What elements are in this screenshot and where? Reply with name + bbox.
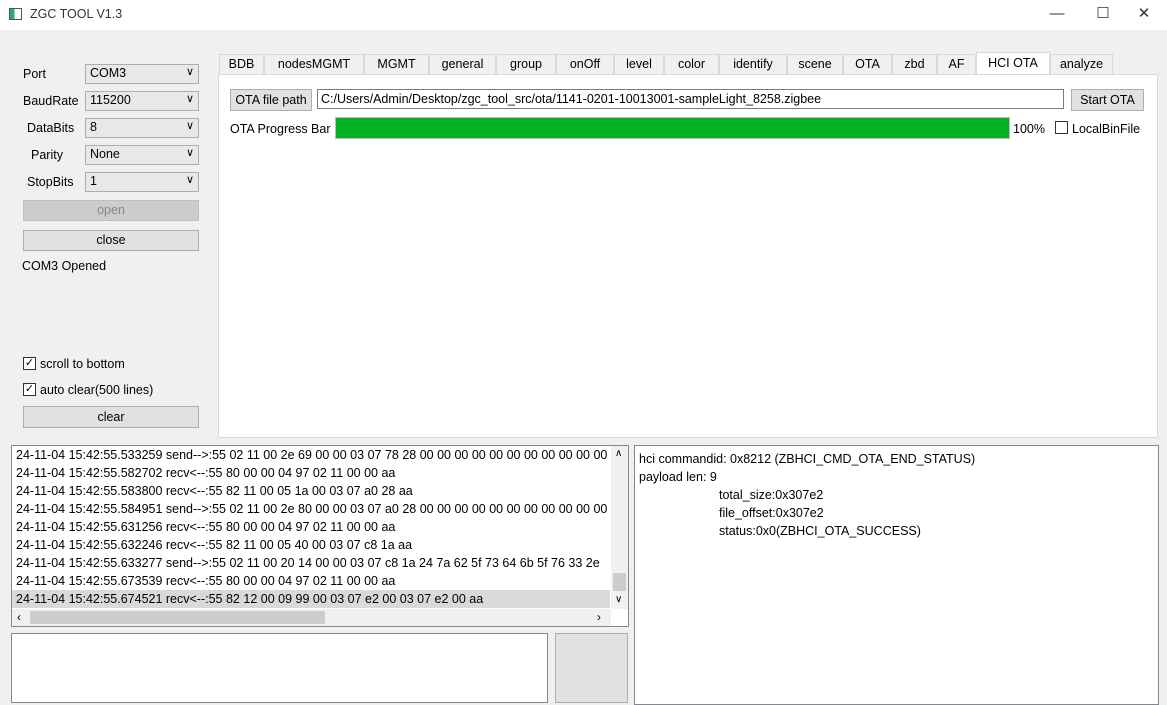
analyze-total-size: total_size:0x307e2	[719, 488, 824, 502]
log-line[interactable]: 24-11-04 15:42:55.584951 send-->:55 02 1…	[12, 500, 610, 518]
tab-hci-ota[interactable]: HCI OTA	[976, 52, 1050, 74]
chevron-down-icon: ∨	[185, 147, 194, 159]
auto-clear-checkbox[interactable]: ✓	[23, 383, 36, 396]
baudrate-label: BaudRate	[23, 94, 79, 108]
close-window-button[interactable]: ✕	[1121, 0, 1167, 30]
databits-label: DataBits	[27, 121, 75, 135]
tab-level[interactable]: level	[614, 54, 664, 74]
analyze-output: hci commandid: 0x8212 (ZBHCI_CMD_OTA_END…	[634, 445, 1159, 705]
title-bar: ZGC TOOL V1.3 — ☐ ✕	[0, 0, 1167, 30]
chevron-down-icon: ∨	[185, 120, 194, 132]
tab-onoff[interactable]: onOff	[556, 54, 614, 74]
log-list[interactable]: 24-11-04 15:42:55.533259 send-->:55 02 1…	[11, 445, 629, 627]
tab-zbd[interactable]: zbd	[892, 54, 937, 74]
port-label: Port	[23, 67, 46, 81]
scroll-right-icon[interactable]: ›	[597, 610, 601, 624]
baudrate-value: 115200	[90, 93, 131, 107]
stopbits-label: StopBits	[27, 175, 74, 189]
connection-status: COM3 Opened	[22, 259, 107, 273]
auto-clear-label: auto clear(500 lines)	[40, 383, 154, 397]
maximize-button[interactable]: ☐	[1080, 0, 1126, 30]
databits-value: 8	[90, 120, 97, 134]
tab-identify[interactable]: identify	[719, 54, 787, 74]
stopbits-select[interactable]: 1 ∨	[85, 172, 199, 192]
analyze-file-offset: file_offset:0x307e2	[719, 506, 824, 520]
parity-select[interactable]: None ∨	[85, 145, 199, 165]
tab-ota[interactable]: OTA	[843, 54, 892, 74]
local-bin-file-label: LocalBinFile	[1072, 122, 1141, 136]
chevron-down-icon: ∨	[185, 174, 194, 186]
tab-general[interactable]: general	[429, 54, 496, 74]
scroll-up-icon[interactable]: ∧	[615, 448, 622, 459]
scroll-to-bottom-label: scroll to bottom	[40, 357, 125, 371]
app-icon	[9, 8, 22, 20]
start-ota-button[interactable]: Start OTA	[1071, 89, 1144, 111]
ota-progress-bar	[335, 117, 1010, 139]
log-line[interactable]: 24-11-04 15:42:55.674521 recv<--:55 82 1…	[12, 590, 610, 608]
baudrate-select[interactable]: 115200 ∨	[85, 91, 199, 111]
ota-file-path-button[interactable]: OTA file path	[230, 89, 312, 111]
send-input[interactable]	[11, 633, 548, 703]
ota-progress-fill	[336, 118, 1009, 138]
chevron-down-icon: ∨	[185, 66, 194, 78]
tab-color[interactable]: color	[664, 54, 719, 74]
ota-progress-label: OTA Progress Bar	[230, 122, 331, 136]
log-line[interactable]: 24-11-04 15:42:55.631256 recv<--:55 80 0…	[12, 518, 610, 536]
window-title: ZGC TOOL V1.3	[30, 7, 123, 21]
scroll-to-bottom-checkbox[interactable]: ✓	[23, 357, 36, 370]
scrollbar-thumb[interactable]	[613, 573, 626, 591]
open-button[interactable]: open	[23, 200, 199, 221]
clear-button[interactable]: clear	[23, 406, 199, 428]
hscrollbar-thumb[interactable]	[30, 611, 325, 624]
parity-value: None	[90, 147, 120, 161]
tab-analyze[interactable]: analyze	[1050, 54, 1113, 74]
scroll-down-icon[interactable]: ∨	[615, 594, 622, 605]
port-select[interactable]: COM3 ∨	[85, 64, 199, 84]
tab-bar: BDB nodesMGMT MGMT general group onOff l…	[219, 52, 1113, 74]
tab-nodesmgmt[interactable]: nodesMGMT	[264, 54, 364, 74]
horizontal-scrollbar[interactable]: ‹ ›	[12, 609, 611, 626]
analyze-payload-line: payload len: 9	[639, 470, 717, 484]
parity-label: Parity	[31, 148, 63, 162]
scroll-left-icon[interactable]: ‹	[17, 610, 21, 624]
log-line[interactable]: 24-11-04 15:42:55.633277 send-->:55 02 1…	[12, 554, 610, 572]
log-line[interactable]: 24-11-04 15:42:55.582702 recv<--:55 80 0…	[12, 464, 610, 482]
ota-file-path-input[interactable]: C:/Users/Admin/Desktop/zgc_tool_src/ota/…	[317, 89, 1064, 109]
stopbits-value: 1	[90, 174, 97, 188]
log-line[interactable]: 24-11-04 15:42:55.632246 recv<--:55 82 1…	[12, 536, 610, 554]
tab-mgmt[interactable]: MGMT	[364, 54, 429, 74]
log-lines: 24-11-04 15:42:55.533259 send-->:55 02 1…	[12, 446, 610, 608]
analyze-command-line: hci commandid: 0x8212 (ZBHCI_CMD_OTA_END…	[639, 452, 976, 466]
tab-scene[interactable]: scene	[787, 54, 843, 74]
close-button[interactable]: close	[23, 230, 199, 251]
minimize-button[interactable]: —	[1034, 0, 1080, 30]
tab-bdb[interactable]: BDB	[219, 54, 264, 74]
tab-af[interactable]: AF	[937, 54, 976, 74]
ota-progress-text: 100%	[1013, 122, 1045, 136]
port-value: COM3	[90, 66, 127, 80]
log-line[interactable]: 24-11-04 15:42:55.583800 recv<--:55 82 1…	[12, 482, 610, 500]
vertical-scrollbar[interactable]: ∧ ∨	[611, 446, 628, 609]
send-button[interactable]	[555, 633, 628, 703]
log-line[interactable]: 24-11-04 15:42:55.533259 send-->:55 02 1…	[12, 446, 610, 464]
chevron-down-icon: ∨	[185, 93, 194, 105]
tab-group[interactable]: group	[496, 54, 556, 74]
analyze-status: status:0x0(ZBHCI_OTA_SUCCESS)	[719, 524, 921, 538]
databits-select[interactable]: 8 ∨	[85, 118, 199, 138]
log-line[interactable]: 24-11-04 15:42:55.673539 recv<--:55 80 0…	[12, 572, 610, 590]
local-bin-file-checkbox[interactable]	[1055, 121, 1068, 134]
